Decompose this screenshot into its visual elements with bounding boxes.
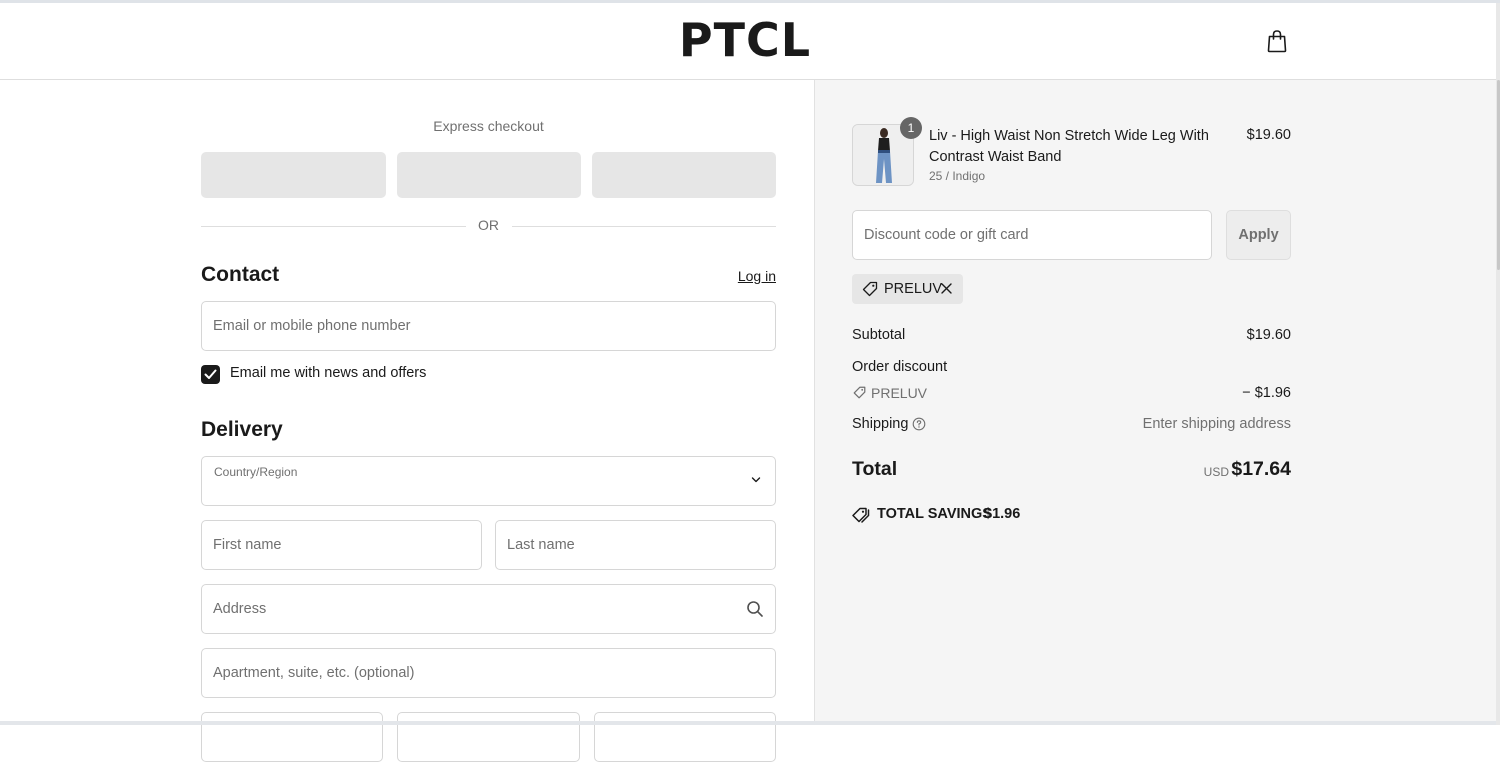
express-pay-button-1[interactable]	[201, 152, 386, 198]
product-name: Liv - High Waist Non Stretch Wide Leg Wi…	[929, 128, 1209, 165]
express-checkout-label: Express checkout	[433, 118, 544, 134]
last-name-field[interactable]	[495, 520, 776, 570]
discount-value: − $1.96	[1242, 385, 1291, 401]
first-name-field[interactable]	[201, 520, 482, 570]
discount-code-label: PRELUV	[871, 385, 928, 401]
checkout-form: Express checkout OR Contact Log in Email…	[0, 80, 814, 762]
order-discount-label: Order discount	[852, 359, 948, 375]
or-divider-text: OR	[478, 217, 499, 233]
discount-field[interactable]	[852, 210, 1212, 260]
discount-input[interactable]	[853, 211, 1211, 259]
total-savings-label: TOTAL SAVINGS	[877, 506, 992, 522]
apartment-field[interactable]	[201, 648, 776, 698]
chevron-down-icon	[751, 477, 761, 483]
quantity-badge: 1	[900, 117, 922, 139]
first-name-input[interactable]	[202, 521, 481, 569]
product-price: $19.60	[1246, 127, 1291, 143]
email-input[interactable]	[202, 302, 775, 350]
search-icon[interactable]	[746, 600, 764, 618]
contact-heading: Contact	[201, 263, 280, 286]
close-icon[interactable]	[940, 282, 953, 295]
newsletter-label: Email me with news and offers	[230, 365, 427, 381]
email-field[interactable]	[201, 301, 776, 351]
apartment-input[interactable]	[202, 649, 775, 697]
country-select-label: Country/Region	[214, 465, 298, 479]
header: PTCL	[0, 3, 1496, 80]
login-link[interactable]: Log in	[700, 268, 776, 284]
zip-field[interactable]	[594, 712, 776, 762]
total-label: Total	[852, 458, 898, 480]
applied-discount-code: PRELUV	[884, 281, 943, 297]
shipping-value: Enter shipping address	[1142, 416, 1291, 432]
order-summary: 1 Liv - High Waist Non Stretch Wide Leg …	[814, 80, 1497, 721]
express-pay-button-2[interactable]	[397, 152, 581, 198]
delivery-heading: Delivery	[201, 418, 283, 441]
divider	[512, 226, 776, 227]
shipping-label: Shipping	[852, 416, 909, 432]
tag-icon	[853, 386, 866, 399]
total-savings-value: $1.96	[984, 506, 1021, 522]
tag-icon	[862, 281, 878, 297]
state-field[interactable]	[397, 712, 580, 762]
city-field[interactable]	[201, 712, 383, 762]
newsletter-checkbox[interactable]	[201, 365, 220, 384]
help-icon[interactable]	[912, 417, 926, 431]
shopping-bag-icon[interactable]	[1266, 29, 1288, 53]
divider	[201, 226, 466, 227]
address-field[interactable]	[201, 584, 776, 634]
savings-tag-icon	[852, 507, 870, 523]
country-select[interactable]: Country/Region	[201, 456, 776, 506]
applied-discount-tag: PRELUV	[852, 274, 963, 304]
subtotal-label: Subtotal	[852, 327, 906, 343]
currency-code: USD	[1203, 465, 1229, 479]
address-input[interactable]	[202, 585, 775, 633]
last-name-input[interactable]	[496, 521, 775, 569]
express-pay-button-3[interactable]	[592, 152, 776, 198]
checkmark-icon	[204, 369, 217, 379]
bottom-border	[0, 721, 1496, 725]
subtotal-value: $19.60	[1246, 327, 1291, 343]
total-value: $17.64	[1231, 458, 1291, 480]
apply-button[interactable]: Apply	[1226, 210, 1291, 260]
product-variant: 25 / Indigo	[929, 169, 986, 183]
